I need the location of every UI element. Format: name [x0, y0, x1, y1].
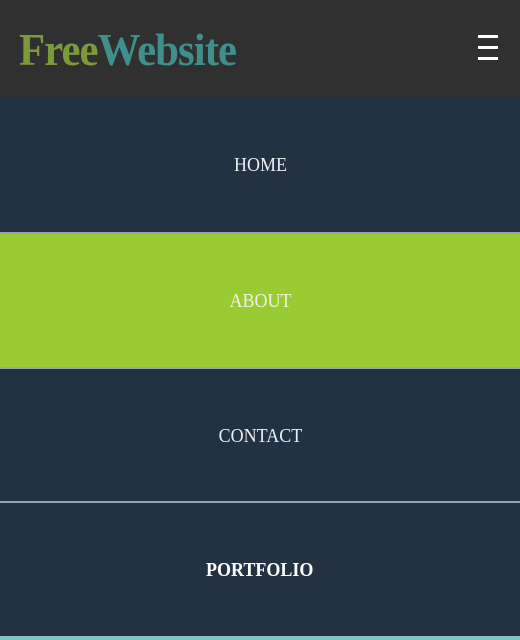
menu-bar-middle [478, 46, 498, 49]
menu-bar-bottom [478, 57, 498, 60]
nav-item-about[interactable]: ABOUT [0, 234, 520, 368]
site-header: FreeWebsite [0, 0, 520, 98]
nav-bottom-border [0, 636, 520, 640]
nav-item-home[interactable]: HOME [0, 98, 520, 232]
site-logo[interactable]: FreeWebsite [19, 22, 237, 78]
nav-item-label: CONTACT [218, 424, 302, 447]
nav-item-label: ABOUT [228, 289, 291, 312]
logo-text-website: Website [97, 24, 237, 75]
nav-item-label: PORTFOLIO [206, 558, 314, 581]
nav-item-portfolio[interactable]: PORTFOLIO [0, 503, 520, 637]
menu-bar-top [478, 35, 498, 38]
nav-item-contact[interactable]: CONTACT [0, 369, 520, 503]
logo-text-free: Free [19, 24, 99, 75]
nav-item-label: HOME [233, 153, 287, 176]
hamburger-menu-icon[interactable] [478, 31, 500, 65]
